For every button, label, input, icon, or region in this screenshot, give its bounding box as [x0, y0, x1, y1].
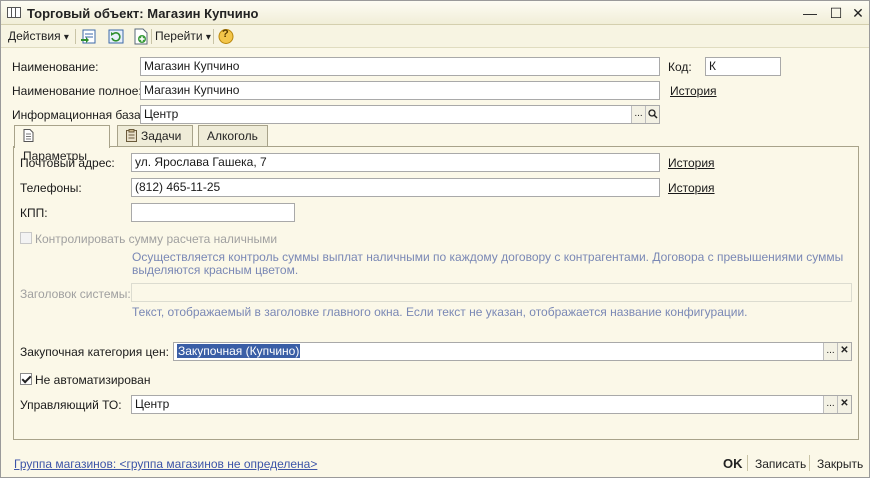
managing-select-button[interactable]: ... — [823, 396, 837, 413]
magnifier-icon — [647, 109, 658, 119]
kpp-label: КПП: — [20, 206, 48, 220]
footer-separator — [747, 455, 748, 471]
toolbar-separator — [213, 29, 214, 44]
kpp-input[interactable] — [131, 203, 295, 222]
help-button[interactable]: ? — [217, 28, 235, 45]
tab-alcohol[interactable]: Алкоголь — [198, 125, 268, 147]
form-icon — [7, 7, 21, 18]
price-category-clear-button[interactable]: ✕ — [837, 343, 851, 360]
code-input[interactable]: К — [705, 57, 781, 76]
address-history-link[interactable]: История — [668, 156, 715, 170]
new-document-icon[interactable] — [132, 28, 150, 45]
name-label: Наименование: — [12, 60, 99, 74]
tab-tasks-label: Задачи — [141, 129, 182, 143]
managing-label: Управляющий ТО: — [20, 398, 122, 412]
managing-clear-button[interactable]: ✕ — [837, 396, 851, 413]
tab-parameters-label: Параметры — [23, 149, 87, 163]
maximize-button[interactable]: ☐ — [827, 4, 845, 22]
toolbar-separator — [75, 29, 76, 44]
toolbar: Действия ▾ Перейти ▾ ? — [1, 25, 869, 48]
title-bar: Торговый объект: Магазин Купчино — ☐ ✕ — [1, 1, 869, 25]
system-title-hint: Текст, отображаемый в заголовке главного… — [132, 305, 748, 319]
refresh-icon[interactable] — [107, 28, 125, 45]
cash-control-label: Контролировать сумму расчета наличными — [35, 232, 278, 246]
actions-menu-label: Действия — [8, 29, 61, 43]
form-window: Торговый объект: Магазин Купчино — ☐ ✕ Д… — [0, 0, 870, 478]
close-button[interactable]: Закрыть — [817, 457, 863, 471]
goto-menu[interactable]: Перейти ▾ — [155, 28, 211, 45]
infobase-open-button[interactable] — [645, 106, 659, 123]
tasks-icon — [126, 129, 137, 142]
price-category-label: Закупочная категория цен: — [20, 345, 169, 359]
full-name-history-link[interactable]: История — [670, 84, 717, 98]
address-input[interactable]: ул. Ярослава Гашека, 7 — [131, 153, 660, 172]
tab-tasks[interactable]: Задачи — [117, 125, 193, 147]
ok-button[interactable]: OK — [723, 456, 743, 471]
full-name-input[interactable]: Магазин Купчино — [140, 81, 660, 100]
full-name-label: Наименование полное: — [12, 84, 142, 98]
save-button[interactable]: Записать — [755, 457, 806, 471]
phones-label: Телефоны: — [20, 181, 82, 195]
phones-input[interactable]: (812) 465-11-25 — [131, 178, 660, 197]
infobase-input[interactable]: Центр ... — [140, 105, 660, 124]
system-title-label: Заголовок системы: — [20, 287, 131, 301]
tab-alcohol-label: Алкоголь — [207, 129, 258, 143]
chevron-down-icon: ▾ — [63, 32, 69, 43]
managing-input[interactable]: Центр ... ✕ — [131, 395, 852, 414]
tab-parameters[interactable]: Параметры — [14, 125, 110, 163]
infobase-value: Центр — [144, 107, 179, 121]
cash-control-checkbox[interactable] — [20, 232, 32, 244]
cash-control-hint-line2: выделяются красным цветом. — [132, 263, 299, 277]
open-list-icon[interactable] — [80, 28, 98, 45]
price-category-select-button[interactable]: ... — [823, 343, 837, 360]
not-automated-checkbox[interactable] — [20, 373, 32, 385]
chevron-down-icon: ▾ — [205, 32, 211, 43]
help-icon: ? — [222, 28, 229, 40]
document-icon — [23, 129, 34, 142]
not-automated-label: Не автоматизирован — [35, 373, 151, 387]
goto-menu-label: Перейти — [155, 29, 203, 43]
managing-value: Центр — [135, 397, 170, 411]
infobase-select-button[interactable]: ... — [631, 106, 645, 123]
store-group-link[interactable]: Группа магазинов: <группа магазинов не о… — [14, 457, 317, 471]
system-title-input[interactable] — [131, 283, 852, 302]
infobase-label: Информационная база: — [12, 108, 145, 122]
minimize-button[interactable]: — — [801, 4, 819, 22]
close-window-button[interactable]: ✕ — [849, 4, 867, 22]
toolbar-separator — [151, 29, 152, 44]
window-title: Торговый объект: Магазин Купчино — [27, 6, 259, 21]
price-category-value: Закупочная (Купчино) — [177, 344, 301, 358]
code-label: Код: — [668, 60, 692, 74]
footer-separator — [809, 455, 810, 471]
price-category-input[interactable]: Закупочная (Купчино) ... ✕ — [173, 342, 852, 361]
phones-history-link[interactable]: История — [668, 181, 715, 195]
name-input[interactable]: Магазин Купчино — [140, 57, 660, 76]
actions-menu[interactable]: Действия ▾ — [8, 28, 69, 45]
